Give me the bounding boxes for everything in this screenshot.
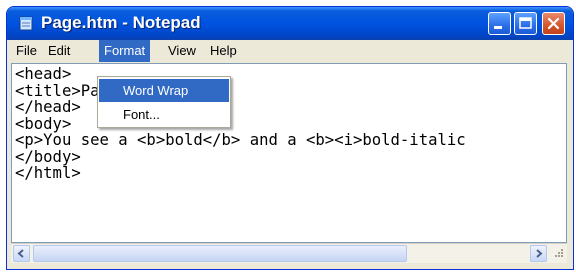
window-title: Page.htm - Notepad — [41, 13, 201, 32]
close-button[interactable] — [542, 12, 565, 35]
editor-line: </head> — [15, 98, 81, 116]
editor-line: </html> — [15, 164, 81, 182]
format-dropdown-menu: Word Wrap Font... — [97, 76, 231, 128]
editor-line: </body> — [15, 147, 81, 166]
menu-item-word-wrap[interactable]: Word Wrap — [99, 79, 229, 102]
scroll-thumb[interactable] — [33, 245, 407, 262]
scroll-right-icon — [536, 249, 543, 258]
title-bar[interactable]: Page.htm - Notepad — [7, 7, 573, 40]
scroll-right-button[interactable] — [530, 245, 547, 262]
maximize-icon — [519, 17, 532, 29]
menu-file[interactable]: File — [11, 40, 42, 62]
minimize-button[interactable] — [488, 12, 511, 35]
menu-bar: File Edit Format View Help — [7, 40, 573, 62]
scroll-left-icon — [17, 249, 24, 258]
maximize-button[interactable] — [514, 12, 537, 35]
size-grip-icon[interactable] — [550, 246, 565, 261]
scroll-left-button[interactable] — [13, 245, 30, 262]
editor-text: <head> <title>Page</title> </head> <body… — [15, 66, 466, 182]
notepad-app-icon — [19, 16, 33, 31]
menu-item-font[interactable]: Font... — [99, 103, 229, 126]
menu-help[interactable]: Help — [205, 40, 242, 62]
editor-line: <p>You see a <b>bold</b> and a <b><i>bol… — [15, 131, 466, 149]
notepad-window: Page.htm - Notepad File Edit Format View… — [6, 6, 574, 270]
minimize-icon — [494, 26, 502, 29]
close-icon — [547, 17, 560, 30]
menu-view[interactable]: View — [163, 40, 201, 62]
menu-edit[interactable]: Edit — [43, 40, 75, 62]
horizontal-scrollbar[interactable] — [11, 243, 567, 263]
text-editor[interactable]: <head> <title>Page</title> </head> <body… — [11, 63, 567, 243]
editor-line: <head> — [15, 65, 72, 83]
menu-format[interactable]: Format — [99, 40, 151, 62]
editor-line: <body> — [15, 114, 72, 133]
